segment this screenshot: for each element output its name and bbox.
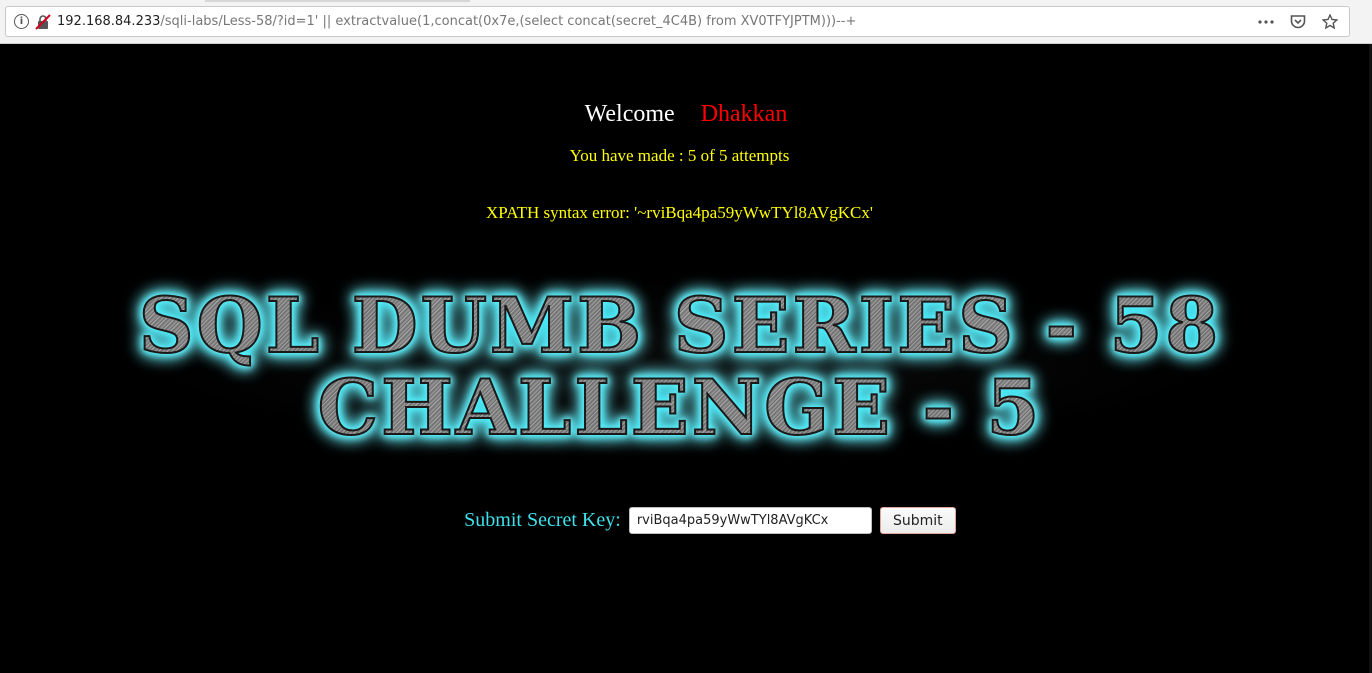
bookmark-star-icon[interactable]: [1321, 13, 1339, 31]
browser-toolbar: i 192.168.84.233/sqli-labs/Less-58/?id=1…: [0, 0, 1372, 44]
banner-title-line-2: CHALLENGE - 5: [135, 362, 1225, 453]
attempts-status: You have made : 5 of 5 attempts: [569, 146, 790, 165]
welcome-username: Dhakkan: [700, 101, 788, 127]
welcome-heading: Welcome Dhakkan: [0, 101, 1372, 128]
info-icon[interactable]: i: [14, 14, 29, 29]
page-actions-icon[interactable]: [1257, 13, 1275, 31]
url-text[interactable]: 192.168.84.233/sqli-labs/Less-58/?id=1' …: [57, 14, 1257, 29]
pocket-icon[interactable]: [1289, 13, 1307, 31]
welcome-label: Welcome: [584, 101, 675, 127]
active-tab-indicator: [205, 0, 470, 2]
page-actions: [1257, 13, 1339, 31]
url-path: /sqli-labs/Less-58/?id=1' || extractvalu…: [160, 14, 857, 29]
secret-key-form: Submit Secret Key: Submit: [0, 507, 1372, 534]
secret-key-label: Submit Secret Key:: [464, 509, 621, 531]
xpath-error-message: XPATH syntax error: '~rviBqa4pa59yWwTYl8…: [486, 203, 873, 222]
address-bar[interactable]: i 192.168.84.233/sqli-labs/Less-58/?id=1…: [5, 6, 1350, 37]
banner-title-line-1: SQL DUMB SERIES - 58: [135, 280, 1225, 371]
url-host: 192.168.84.233: [57, 14, 161, 29]
submit-button[interactable]: Submit: [879, 507, 956, 534]
page-content: Welcome Dhakkan You have made : 5 of 5 at…: [0, 45, 1372, 673]
secret-key-input[interactable]: [628, 507, 872, 534]
challenge-banner-image: SQL DUMB SERIES - 58 CHALLENGE - 5: [135, 275, 1225, 453]
insecure-lock-icon[interactable]: [35, 13, 51, 30]
